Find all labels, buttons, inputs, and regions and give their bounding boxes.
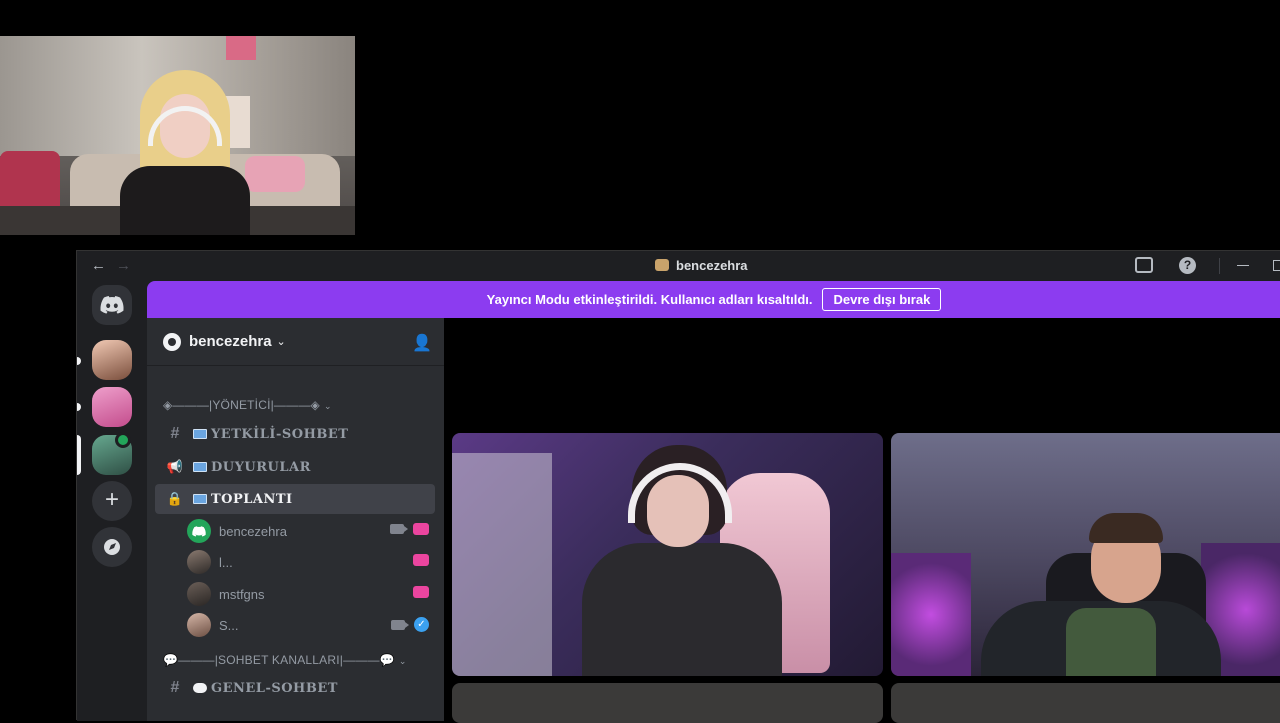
back-arrow-icon[interactable]: ← — [91, 257, 116, 274]
add-server-button[interactable]: + — [92, 481, 132, 521]
avatar — [187, 613, 211, 637]
voice-username: S... — [219, 617, 239, 633]
voice-activity-badge — [115, 432, 131, 448]
avatar — [187, 550, 211, 574]
voice-username: l... — [219, 554, 233, 570]
voice-user-l[interactable]: l... — [187, 548, 437, 576]
channel-toplanti[interactable]: 🔒 TOPLANTI — [155, 484, 435, 514]
avatar — [187, 519, 211, 543]
streaming-icon — [413, 586, 429, 598]
unread-indicator — [77, 357, 81, 365]
discord-home-button[interactable] — [92, 285, 132, 325]
discord-window: ←→ bencezehra ? + Yayıncı Modu etkinleşt… — [76, 250, 1280, 723]
selected-server-indicator — [77, 435, 81, 475]
voice-video-stage — [444, 318, 1280, 723]
chevron-down-icon: ⌄ — [323, 401, 332, 411]
invite-people-icon[interactable]: 👤 — [412, 333, 432, 353]
lock-icon: 🔒 — [166, 491, 184, 506]
banner-text: Yayıncı Modu etkinleştirildi. Kullanıcı … — [486, 292, 813, 307]
server-avatar-1[interactable] — [92, 340, 132, 380]
forward-arrow-icon[interactable]: → — [116, 257, 141, 274]
camera-icon — [391, 619, 409, 630]
explore-servers-button[interactable] — [92, 527, 132, 567]
unread-indicator — [77, 403, 81, 411]
speech-bubble-emoji-icon — [193, 683, 207, 693]
disable-streamer-mode-button[interactable]: Devre dışı bırak — [822, 288, 942, 311]
server-home-icon — [163, 332, 181, 351]
announcement-channel-icon: 📢 — [166, 459, 184, 474]
channel-yetkili-sohbet[interactable]: # YETKİLİ-SOHBET — [155, 419, 435, 449]
voice-username: bencezehra — [219, 523, 287, 539]
camera-icon — [390, 524, 408, 534]
channel-sidebar: bencezehra ⌄ 👤 ◈———|YÖNETİCİ|———◈ ⌄ # YET… — [147, 318, 444, 721]
voice-user-mstfgns[interactable]: mstfgns — [187, 580, 437, 608]
titlebar: ←→ bencezehra ? — [77, 251, 1280, 281]
text-channel-icon: # — [170, 425, 180, 442]
voice-username: mstfgns — [219, 586, 265, 602]
maximize-button[interactable] — [1273, 260, 1280, 271]
window-title: bencezehra — [655, 258, 748, 273]
server-header[interactable]: bencezehra ⌄ 👤 — [147, 318, 444, 366]
server-rail: + — [77, 281, 147, 721]
help-icon[interactable]: ? — [1179, 257, 1196, 274]
streaming-icon — [413, 523, 429, 535]
voice-user-bencezehra[interactable]: bencezehra — [187, 517, 437, 545]
inbox-icon[interactable] — [1135, 257, 1153, 273]
laptop-emoji-icon — [193, 494, 207, 504]
channel-genel-sohbet[interactable]: # GENEL-SOHBET — [155, 673, 435, 703]
streaming-icon — [413, 554, 429, 566]
video-tile-empty[interactable] — [452, 683, 883, 723]
minimize-button[interactable] — [1237, 265, 1249, 266]
channel-duyurular[interactable]: 📢 DUYURULAR — [155, 452, 435, 482]
streamer-mode-banner: Yayıncı Modu etkinleştirildi. Kullanıcı … — [147, 281, 1280, 318]
category-yonetici[interactable]: ◈———|YÖNETİCİ|———◈ ⌄ — [163, 398, 332, 412]
chevron-down-icon: ⌄ — [276, 336, 286, 348]
server-name: bencezehra — [189, 333, 272, 350]
video-tile-bencezehra[interactable] — [452, 433, 883, 676]
avatar — [187, 582, 211, 606]
voice-user-s[interactable]: S... ✓ — [187, 611, 437, 639]
category-sohbet-kanallari[interactable]: 💬———|SOHBET KANALLARI|———💬 ⌄ — [163, 653, 407, 667]
laptop-emoji-icon — [193, 429, 207, 439]
video-tile-s[interactable] — [891, 433, 1280, 676]
verified-check-icon: ✓ — [414, 617, 429, 632]
laptop-emoji-icon — [193, 462, 207, 472]
chevron-down-icon: ⌄ — [398, 656, 407, 666]
discord-logo-icon — [100, 296, 124, 314]
webcam-overlay — [0, 36, 355, 235]
server-avatar-2[interactable] — [92, 387, 132, 427]
text-channel-icon: # — [170, 679, 180, 696]
video-tile-empty[interactable] — [891, 683, 1280, 723]
history-nav: ←→ — [91, 257, 141, 274]
server-icon-small — [655, 259, 669, 271]
discord-logo-icon — [192, 525, 206, 537]
titlebar-divider — [1219, 258, 1220, 274]
compass-icon — [104, 539, 120, 555]
